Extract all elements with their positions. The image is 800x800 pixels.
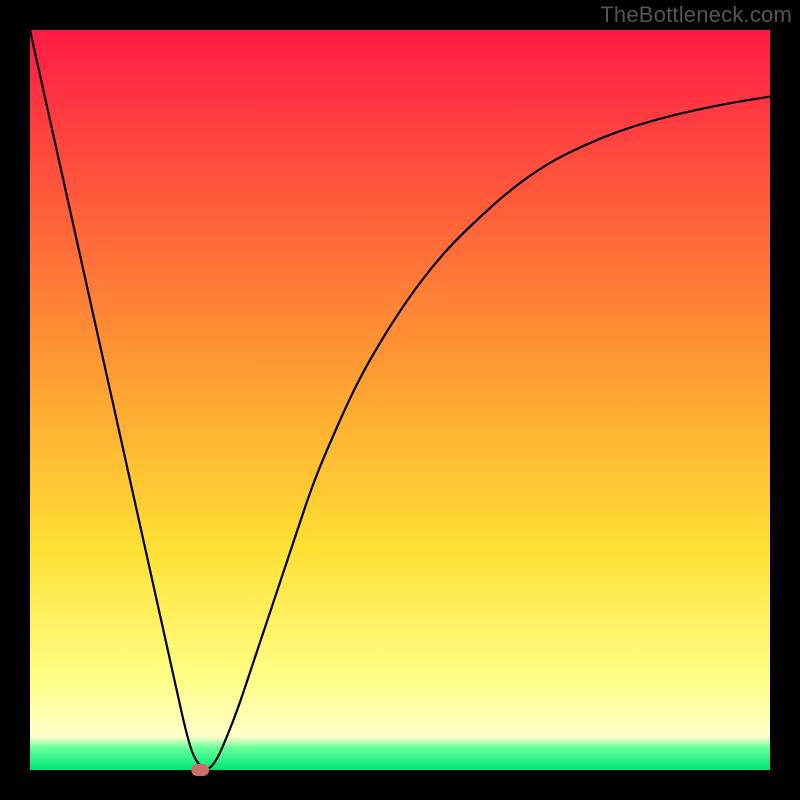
attribution-label: TheBottleneck.com [600, 2, 792, 28]
bottleneck-chart [0, 0, 800, 800]
chart-frame: TheBottleneck.com [0, 0, 800, 800]
plot-background [30, 30, 770, 770]
minimum-marker [191, 764, 209, 776]
